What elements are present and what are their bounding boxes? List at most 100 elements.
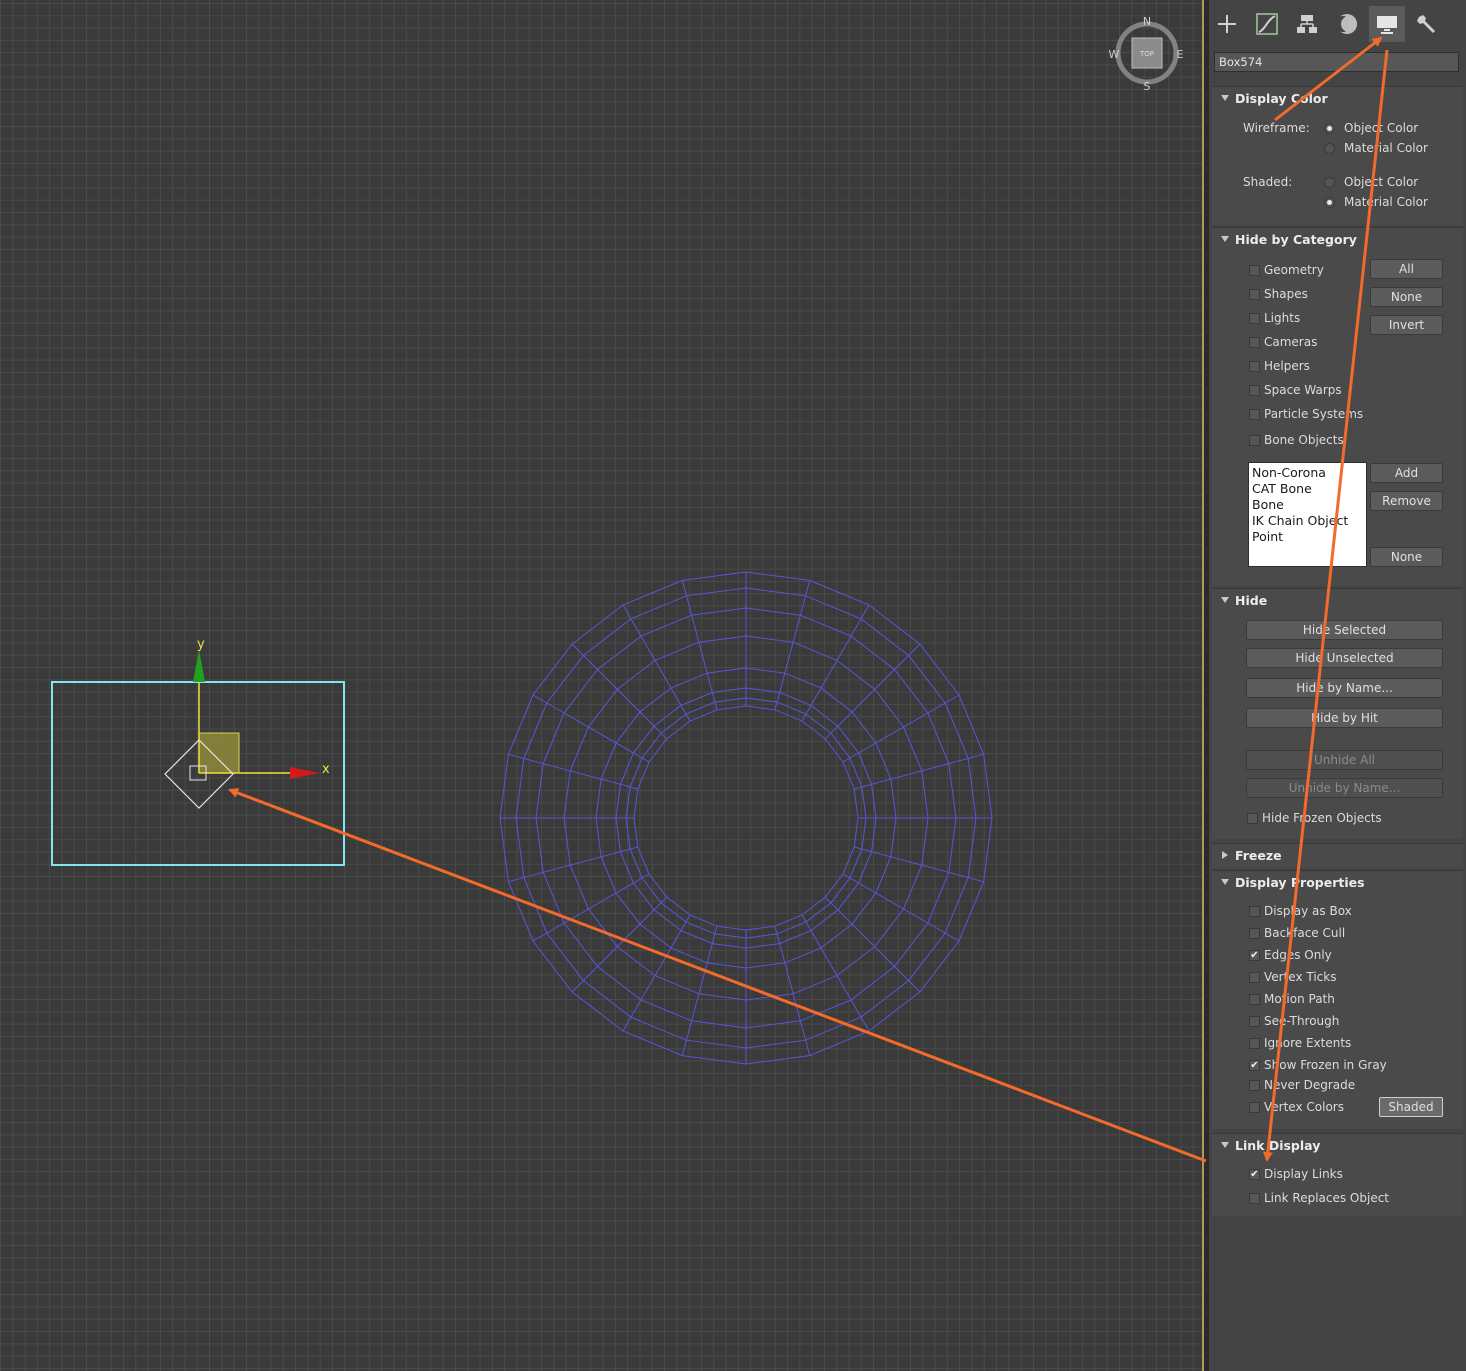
category-cameras-checkbox[interactable] (1249, 337, 1260, 348)
category-shapes-checkbox[interactable] (1249, 289, 1260, 300)
vertex-ticks-checkbox[interactable] (1249, 972, 1260, 983)
plus-icon (1218, 15, 1236, 33)
shaded-label: Shaded: (1243, 175, 1293, 189)
torus-segment (508, 753, 638, 790)
torus-segment (842, 694, 960, 763)
category-lights-checkbox[interactable] (1249, 313, 1260, 324)
utilities-tab[interactable] (1409, 6, 1445, 42)
hide-by-name-button[interactable]: Hide by Name... (1246, 678, 1443, 698)
category-helpers-checkbox[interactable] (1249, 361, 1260, 372)
hide-selected-button[interactable]: Hide Selected (1246, 620, 1443, 640)
hide-frozen-objects-checkbox[interactable] (1247, 813, 1258, 824)
create-tab[interactable] (1209, 6, 1245, 42)
add-filter-button[interactable]: Add (1370, 463, 1443, 483)
torus-segment (824, 896, 921, 993)
edges-only-label: Edges Only (1264, 948, 1332, 962)
hide-unselected-button[interactable]: Hide Unselected (1246, 648, 1443, 668)
display-properties-header[interactable]: Display Properties (1212, 871, 1463, 893)
unhide-by-name-button[interactable]: Unhide by Name... (1246, 778, 1443, 798)
rollout-expand-icon (1221, 597, 1229, 603)
display-color-rollout: Display Color Wireframe: Object Color Ma… (1212, 86, 1463, 225)
wireframe-material-color-radio[interactable] (1324, 143, 1335, 154)
category-cameras-label: Cameras (1264, 335, 1318, 349)
vertex-colors-label: Vertex Colors (1264, 1100, 1344, 1114)
torus-wireframe[interactable] (499, 571, 993, 1065)
top-viewport[interactable]: y x TOP N S E W (0, 0, 1202, 1371)
display-links-checkbox[interactable]: ✔ (1249, 1169, 1260, 1180)
see-through-checkbox[interactable] (1249, 1016, 1260, 1027)
hierarchy-tab[interactable] (1289, 6, 1325, 42)
gizmo-y-arrow[interactable] (193, 650, 205, 682)
wireframe-object-color-label: Object Color (1344, 121, 1419, 135)
compass-n: N (1143, 16, 1151, 28)
backface-cull-checkbox[interactable] (1249, 928, 1260, 939)
hide-by-hit-button[interactable]: Hide by Hit (1246, 708, 1443, 728)
freeze-header[interactable]: Freeze (1212, 844, 1463, 866)
torus-segment (622, 604, 691, 722)
show-frozen-in-gray-checkbox[interactable]: ✔ (1249, 1060, 1260, 1071)
category-space-warps-checkbox[interactable] (1249, 385, 1260, 396)
torus-segment (508, 846, 638, 883)
show-frozen-in-gray-label: Show Frozen in Gray (1264, 1058, 1387, 1072)
gizmo-x-label: x (322, 762, 330, 777)
rollout-expand-icon (1221, 95, 1229, 101)
list-item[interactable]: CAT Bone (1252, 481, 1363, 497)
category-geometry-checkbox[interactable] (1249, 265, 1260, 276)
vertex-colors-checkbox[interactable] (1249, 1102, 1260, 1113)
link-display-header[interactable]: Link Display (1212, 1134, 1463, 1156)
hierarchy-icon (1297, 15, 1317, 33)
torus-segment (571, 643, 668, 740)
rollout-title: Display Color (1235, 91, 1328, 106)
motion-tab[interactable] (1329, 6, 1365, 42)
display-tab[interactable] (1369, 6, 1405, 42)
rollout-collapsed-icon (1222, 851, 1228, 859)
display-as-box-checkbox[interactable] (1249, 906, 1260, 917)
category-particle-systems-checkbox[interactable] (1249, 409, 1260, 420)
compass-e: E (1177, 48, 1184, 61)
torus-segment (571, 896, 668, 993)
list-item[interactable]: Point (1252, 529, 1363, 545)
viewport-canvas[interactable]: y x (0, 0, 1202, 1371)
vertex-colors-shaded-button[interactable]: Shaded (1379, 1097, 1443, 1117)
unhide-all-button[interactable]: Unhide All (1246, 750, 1443, 770)
modify-tab[interactable] (1249, 6, 1285, 42)
list-item[interactable]: Non-Corona (1252, 465, 1363, 481)
category-invert-button[interactable]: Invert (1370, 315, 1443, 335)
hide-header[interactable]: Hide (1212, 589, 1463, 611)
transform-gizmo[interactable]: y x (164, 637, 330, 809)
category-all-button[interactable]: All (1370, 259, 1443, 279)
remove-filter-button[interactable]: Remove (1370, 491, 1443, 511)
gizmo-x-arrow[interactable] (290, 767, 320, 779)
gizmo-y-label: y (197, 637, 205, 652)
hide-frozen-objects-label: Hide Frozen Objects (1262, 811, 1382, 825)
torus-segment (801, 604, 870, 722)
command-panel-tabs (1209, 0, 1466, 46)
hide-by-category-rollout: Hide by Category Geometry Shapes Lights … (1212, 227, 1463, 586)
display-color-header[interactable]: Display Color (1212, 87, 1463, 109)
list-item[interactable]: Bone (1252, 497, 1363, 513)
category-filter-list[interactable]: Non-Corona CAT Bone Bone IK Chain Object… (1248, 462, 1367, 567)
category-none-button[interactable]: None (1370, 287, 1443, 307)
category-geometry-label: Geometry (1264, 263, 1324, 277)
shaded-object-color-radio[interactable] (1324, 177, 1335, 188)
gizmo-xy-plane[interactable] (198, 732, 240, 774)
wireframe-object-color-radio[interactable] (1324, 123, 1335, 134)
compass-s: S (1144, 80, 1151, 93)
link-display-rollout: Link Display ✔ Display Links Link Replac… (1212, 1133, 1463, 1216)
motion-path-checkbox[interactable] (1249, 994, 1260, 1005)
never-degrade-checkbox[interactable] (1249, 1080, 1260, 1091)
hide-by-category-header[interactable]: Hide by Category (1212, 228, 1463, 250)
object-name-field[interactable]: Box574 (1214, 52, 1459, 72)
shaded-material-color-radio[interactable] (1324, 197, 1335, 208)
freeze-rollout: Freeze (1212, 843, 1463, 868)
category-bone-objects-checkbox[interactable] (1249, 435, 1260, 446)
torus-segment (774, 926, 811, 1056)
link-replaces-object-checkbox[interactable] (1249, 1193, 1260, 1204)
filter-none-button[interactable]: None (1370, 547, 1443, 567)
viewcube[interactable]: TOP N S E W (1108, 15, 1188, 96)
edges-only-checkbox[interactable]: ✔ (1249, 950, 1260, 961)
rollout-expand-icon (1221, 879, 1229, 885)
ignore-extents-checkbox[interactable] (1249, 1038, 1260, 1049)
list-item[interactable]: IK Chain Object (1252, 513, 1363, 529)
torus-segment (681, 926, 718, 1056)
